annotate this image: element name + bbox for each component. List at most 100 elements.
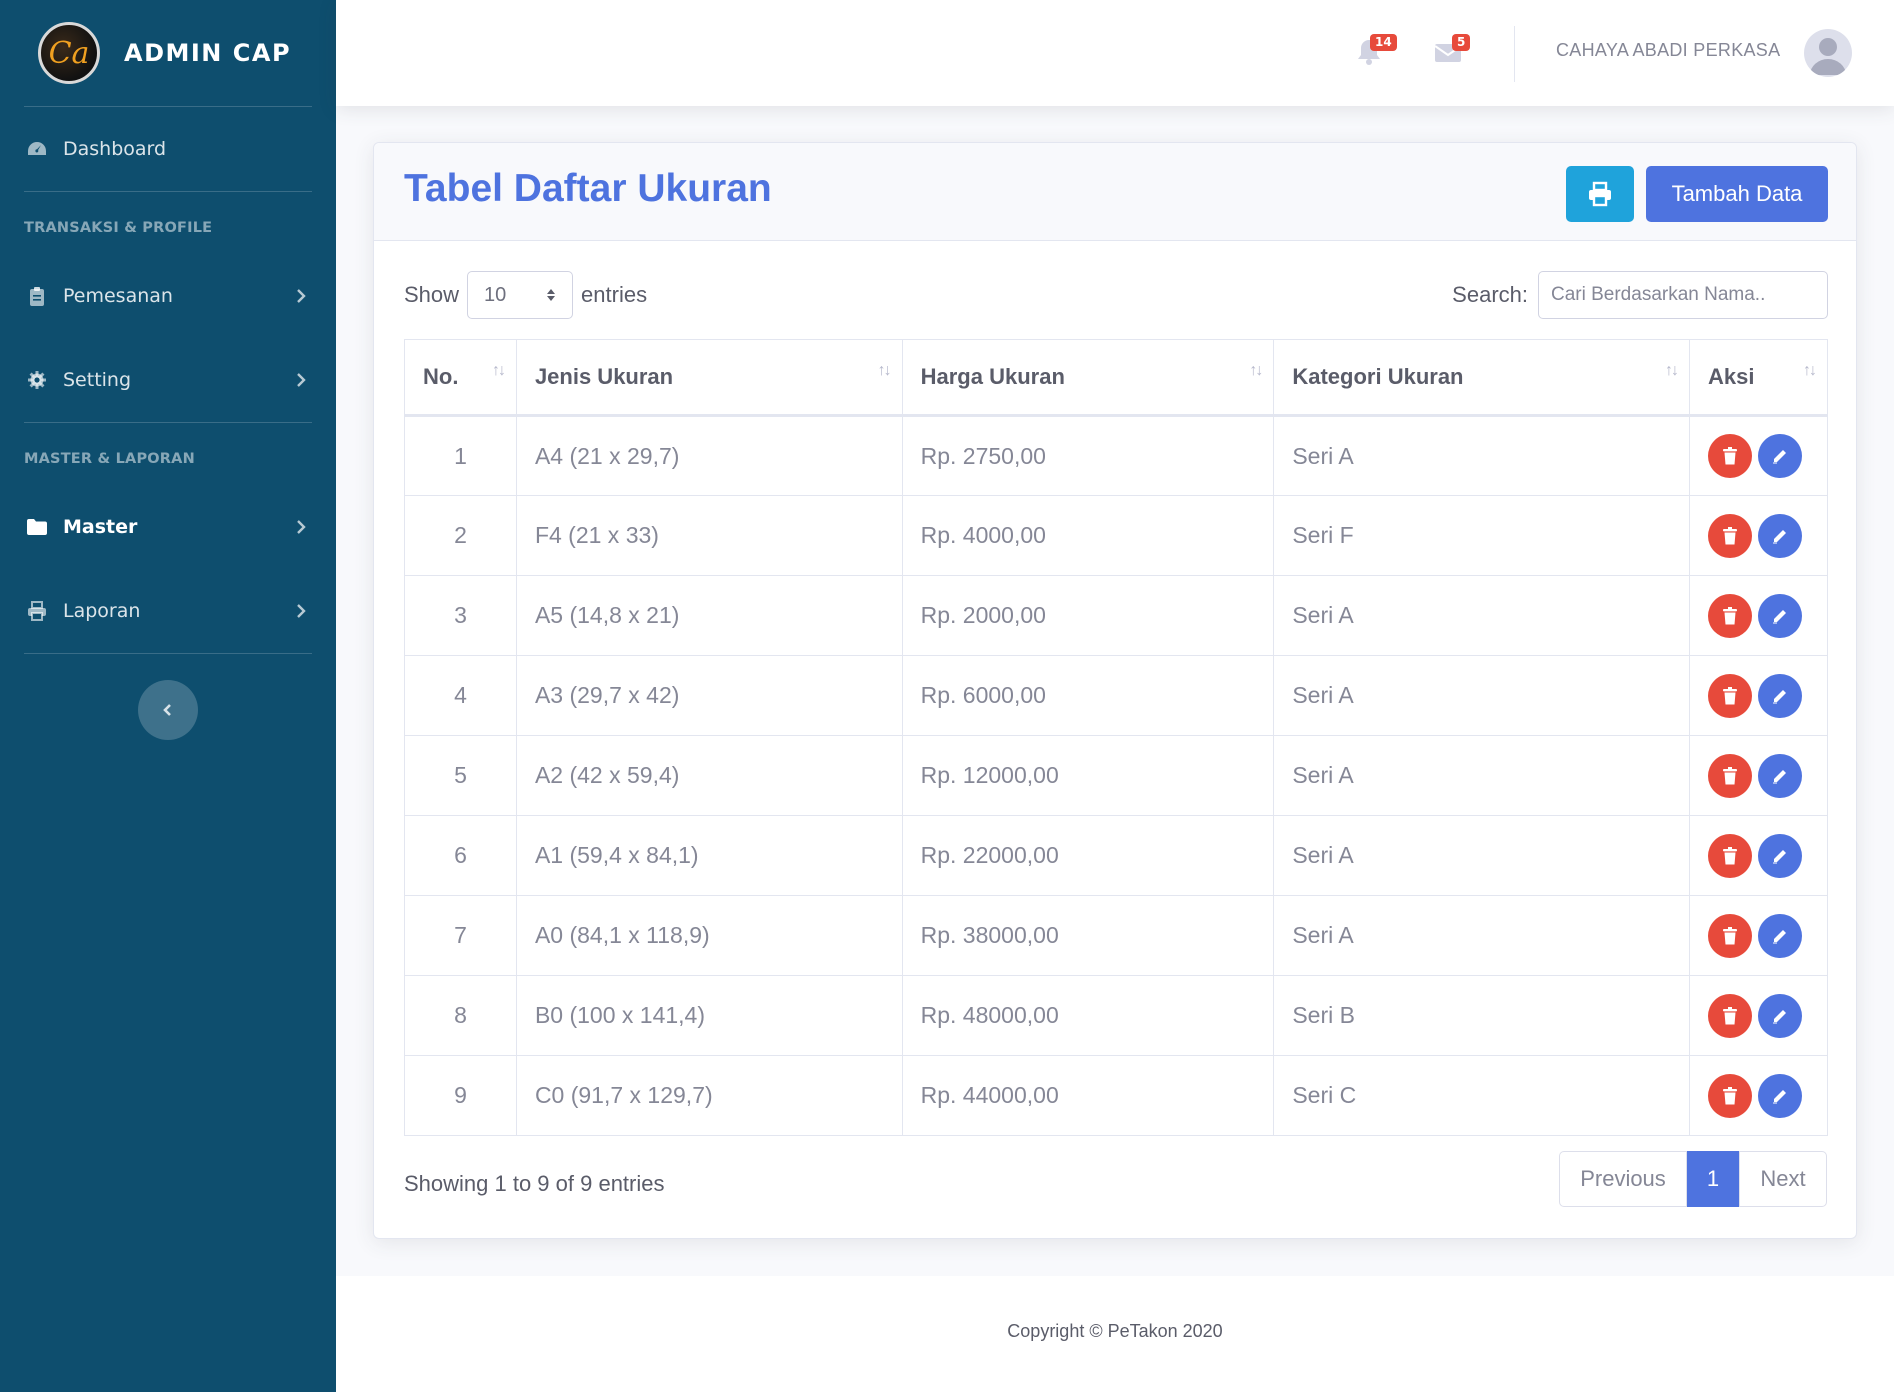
row-actions — [1708, 434, 1827, 478]
cell-jenis: A1 (59,4 x 84,1) — [515, 815, 903, 896]
chevron-right-icon — [297, 520, 306, 534]
sidebar-item-label: Dashboard — [63, 138, 167, 160]
sidebar-item-label: Laporan — [63, 600, 141, 622]
cell-kategori: Seri A — [1273, 735, 1691, 816]
sidebar-heading: MASTER & LAPORAN — [24, 451, 195, 467]
edit-button[interactable] — [1758, 593, 1803, 638]
pencil-icon — [1773, 529, 1787, 543]
column-header-harga[interactable]: Harga Ukuran ↑↓ — [901, 339, 1275, 417]
chevron-right-icon — [297, 373, 306, 387]
trash-icon — [1723, 926, 1738, 944]
cell-kategori: Seri A — [1273, 655, 1691, 736]
sidebar-item-label: Setting — [63, 369, 132, 391]
page-1-button[interactable]: 1 — [1687, 1151, 1739, 1207]
print-icon — [25, 600, 49, 622]
chevron-left-icon — [163, 704, 171, 716]
row-actions — [1708, 593, 1827, 638]
search-area: Search: — [1452, 271, 1828, 319]
column-header-kategori[interactable]: Kategori Ukuran ↑↓ — [1273, 339, 1691, 417]
sizes-table: No. ↑↓ Jenis Ukuran ↑↓ Harga Ukuran ↑↓ Kate… — [404, 339, 1828, 1136]
print-button[interactable] — [1566, 166, 1634, 222]
cell-harga: Rp. 6000,00 — [901, 655, 1275, 736]
table-row: 3 A5 (14,8 x 21) Rp. 2000,00 Seri A — [404, 575, 1828, 656]
cell-harga: Rp. 4000,00 — [901, 495, 1275, 576]
sidebar-item-laporan[interactable]: Laporan — [0, 569, 336, 653]
table-row: 9 C0 (91,7 x 129,7) Rp. 44000,00 Seri C — [404, 1055, 1828, 1136]
row-actions — [1708, 513, 1827, 558]
delete-button[interactable] — [1708, 1073, 1753, 1118]
delete-button[interactable] — [1708, 833, 1753, 878]
table-row: 6 A1 (59,4 x 84,1) Rp. 22000,00 Seri A — [404, 815, 1828, 896]
edit-button[interactable] — [1758, 753, 1803, 798]
delete-button[interactable] — [1708, 513, 1753, 558]
chevron-right-icon — [297, 604, 306, 618]
cell-harga: Rp. 2750,00 — [901, 415, 1275, 496]
pagination: Previous 1 Next — [1559, 1151, 1827, 1207]
sort-caret-icon — [547, 289, 556, 301]
sidebar-toggle-button[interactable] — [138, 680, 198, 740]
cell-no: 9 — [404, 1055, 517, 1136]
cell-aksi — [1689, 575, 1828, 656]
cell-aksi — [1689, 495, 1828, 576]
sidebar-item-dashboard[interactable]: Dashboard — [0, 107, 336, 191]
alerts-badge: 14 — [1370, 34, 1397, 51]
search-label: Search: — [1452, 282, 1528, 307]
delete-button[interactable] — [1708, 673, 1753, 718]
cell-jenis: A2 (42 x 59,4) — [515, 735, 903, 816]
delete-button[interactable] — [1708, 913, 1753, 958]
column-header-no[interactable]: No. ↑↓ — [404, 339, 517, 417]
user-silhouette-icon — [1810, 38, 1846, 75]
column-header-aksi[interactable]: Aksi ↑↓ — [1689, 339, 1828, 417]
table-row: 7 A0 (84,1 x 118,9) Rp. 38000,00 Seri A — [404, 895, 1828, 976]
cell-aksi — [1689, 1055, 1828, 1136]
brand-name: ADMIN CAP — [124, 39, 292, 67]
trash-icon — [1723, 606, 1738, 624]
sidebar-item-master[interactable]: Master — [0, 485, 336, 569]
add-data-button[interactable]: Tambah Data — [1646, 166, 1828, 222]
sidebar-item-pemesanan[interactable]: Pemesanan — [0, 254, 336, 338]
delete-button[interactable] — [1708, 434, 1753, 478]
brand-logo: Ca — [38, 22, 100, 84]
trash-icon — [1723, 526, 1738, 544]
delete-button[interactable] — [1708, 593, 1753, 638]
tachometer-icon — [25, 138, 49, 160]
edit-button[interactable] — [1758, 1073, 1803, 1118]
table-row: 4 A3 (29,7 x 42) Rp. 6000,00 Seri A — [404, 655, 1828, 736]
edit-button[interactable] — [1758, 993, 1803, 1038]
edit-button[interactable] — [1758, 673, 1803, 718]
show-label: Show — [404, 282, 460, 307]
alerts-button[interactable]: 14 — [1356, 34, 1397, 66]
cell-no: 1 — [404, 415, 517, 496]
cell-no: 4 — [404, 655, 517, 736]
cell-jenis: C0 (91,7 x 129,7) — [515, 1055, 903, 1136]
column-header-jenis[interactable]: Jenis Ukuran ↑↓ — [515, 339, 903, 417]
table-body: 1 A4 (21 x 29,7) Rp. 2750,00 Seri A 2 F4 (21 … — [404, 415, 1828, 1136]
edit-button[interactable] — [1758, 913, 1803, 958]
trash-icon — [1723, 846, 1738, 864]
cell-jenis: A4 (21 x 29,7) — [515, 415, 903, 496]
avatar[interactable] — [1804, 29, 1852, 77]
table-row: 2 F4 (21 x 33) Rp. 4000,00 Seri F — [404, 495, 1828, 576]
user-name[interactable]: CAHAYA ABADI PERKASA — [1556, 40, 1780, 61]
sidebar-heading: TRANSAKSI & PROFILE — [24, 220, 213, 236]
sidebar-item-setting[interactable]: Setting — [0, 338, 336, 422]
previous-page-button[interactable]: Previous — [1559, 1151, 1687, 1207]
gear-icon — [25, 369, 49, 391]
entries-select[interactable]: 10 — [467, 271, 574, 319]
sort-icon: ↑↓ — [1665, 362, 1679, 379]
edit-button[interactable] — [1758, 513, 1803, 558]
cell-kategori: Seri F — [1273, 495, 1691, 576]
next-page-button[interactable]: Next — [1739, 1151, 1827, 1207]
delete-button[interactable] — [1708, 753, 1753, 798]
row-actions — [1708, 993, 1827, 1038]
delete-button[interactable] — [1708, 993, 1753, 1038]
edit-button[interactable] — [1758, 833, 1803, 878]
cell-harga: Rp. 2000,00 — [901, 575, 1275, 656]
brand[interactable]: Ca ADMIN CAP — [0, 0, 336, 106]
search-input[interactable] — [1538, 271, 1828, 319]
messages-button[interactable]: 5 — [1434, 34, 1471, 66]
table-row: 5 A2 (42 x 59,4) Rp. 12000,00 Seri A — [404, 735, 1828, 816]
print-icon — [1589, 181, 1611, 207]
edit-button[interactable] — [1758, 434, 1803, 478]
trash-icon — [1723, 1086, 1738, 1104]
